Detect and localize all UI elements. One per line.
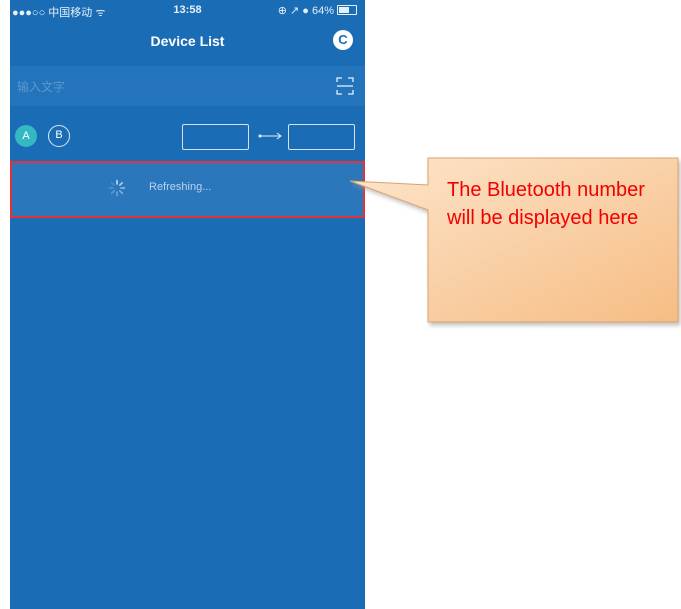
- loading-spinner-icon: [108, 179, 126, 197]
- scan-icon[interactable]: [335, 76, 355, 96]
- range-start-input[interactable]: [182, 124, 249, 150]
- battery-percent: ⊕ ↗ ● 64%: [277, 5, 334, 17]
- range-arrow-icon: [258, 132, 282, 140]
- refresh-button[interactable]: C: [333, 30, 353, 50]
- refreshing-status-text: Refreshing...: [149, 181, 212, 193]
- battery-status: ⊕ ↗ ● 64%: [278, 4, 357, 17]
- page-title: Device List: [150, 33, 225, 49]
- search-input[interactable]: [15, 74, 319, 100]
- device-list-row[interactable]: Refreshing...: [10, 161, 365, 218]
- toggle-a-button[interactable]: A: [15, 125, 37, 147]
- phone-screen: ●●●○○ 中国移动 ᯤ 13:58 ⊕ ↗ ● 64% Device List…: [10, 0, 365, 609]
- battery-fill: [339, 7, 350, 13]
- battery-icon: [337, 5, 357, 15]
- search-bar: [10, 66, 365, 106]
- toggle-b-button[interactable]: B: [48, 125, 70, 147]
- nav-bar: Device List C: [10, 20, 365, 62]
- status-bar: ●●●○○ 中国移动 ᯤ 13:58 ⊕ ↗ ● 64%: [10, 0, 365, 20]
- annotation-text: The Bluetooth number will be displayed h…: [447, 179, 645, 229]
- range-end-input[interactable]: [288, 124, 355, 150]
